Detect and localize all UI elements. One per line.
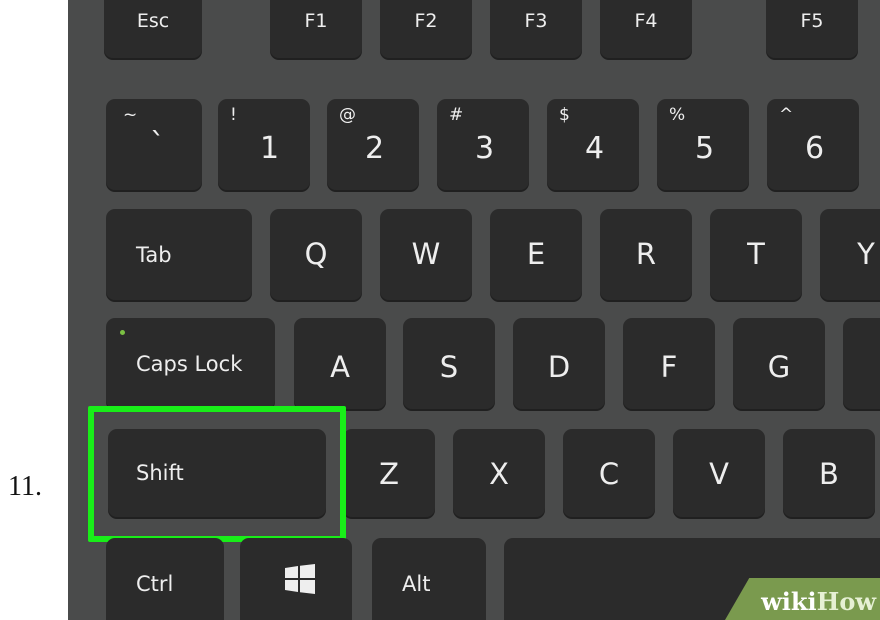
key-z[interactable]: Z xyxy=(343,429,435,519)
windows-logo-icon xyxy=(285,564,315,594)
key-q-label: Q xyxy=(304,237,328,271)
key-f5-label: F5 xyxy=(800,10,824,32)
watermark-how: How xyxy=(816,587,876,616)
key-1-label: 1 xyxy=(260,131,280,166)
key-ctrl[interactable]: Ctrl xyxy=(106,538,224,620)
key-q[interactable]: Q xyxy=(270,209,362,302)
key-4-shift-label: $ xyxy=(559,105,570,125)
key-alt[interactable]: Alt xyxy=(372,538,486,620)
key-y[interactable]: Y xyxy=(820,209,880,302)
key-1-shift-label: ! xyxy=(230,105,237,125)
key-z-label: Z xyxy=(379,457,399,491)
key-s-label: S xyxy=(439,350,459,384)
shift-key-highlight xyxy=(88,406,346,542)
key-a-label: A xyxy=(330,350,350,384)
key-6-shift-label: ^ xyxy=(779,105,794,125)
key-y-label: Y xyxy=(857,237,875,271)
step-number: 11. xyxy=(8,471,42,502)
key-ctrl-label: Ctrl xyxy=(136,572,174,596)
key-3-shift-label: # xyxy=(449,105,464,125)
key-d-label: D xyxy=(547,350,571,384)
key-f1-label: F1 xyxy=(304,10,328,32)
key-b-label: B xyxy=(819,457,839,491)
key-grave-label: ` xyxy=(150,127,165,162)
key-d[interactable]: D xyxy=(513,318,605,411)
key-r-label: R xyxy=(635,237,657,271)
key-w[interactable]: W xyxy=(380,209,472,302)
key-c-label: C xyxy=(598,457,620,491)
key-c[interactable]: C xyxy=(563,429,655,519)
key-alt-label: Alt xyxy=(402,572,431,596)
key-g[interactable]: G xyxy=(733,318,825,411)
key-2-label: 2 xyxy=(365,131,385,166)
key-3[interactable]: # 3 xyxy=(437,99,529,192)
key-h-label: H xyxy=(843,350,880,384)
key-f3-label: F3 xyxy=(524,10,548,32)
key-h[interactable]: H xyxy=(843,318,880,411)
key-g-label: G xyxy=(767,350,791,384)
key-t-label: T xyxy=(747,237,765,271)
key-1[interactable]: ! 1 xyxy=(218,99,310,192)
key-2-shift-label: @ xyxy=(339,105,356,125)
key-e[interactable]: E xyxy=(490,209,582,302)
key-3-label: 3 xyxy=(475,131,495,166)
key-f1[interactable]: F1 xyxy=(270,0,362,60)
key-tab[interactable]: Tab xyxy=(106,209,252,302)
key-f3[interactable]: F3 xyxy=(490,0,582,60)
key-b[interactable]: B xyxy=(783,429,875,519)
key-f2[interactable]: F2 xyxy=(380,0,472,60)
keyboard: Esc F1 F2 F3 F4 F5 ~ ` ! 1 @ 2 # 3 $ 4 %… xyxy=(68,0,880,620)
key-6-label: 6 xyxy=(805,131,825,166)
key-a[interactable]: A xyxy=(294,318,386,411)
key-6[interactable]: ^ 6 xyxy=(767,99,859,192)
key-caps-lock-label: Caps Lock xyxy=(136,352,243,376)
key-esc[interactable]: Esc xyxy=(104,0,202,60)
key-5[interactable]: % 5 xyxy=(657,99,749,192)
key-x[interactable]: X xyxy=(453,429,545,519)
key-f4-label: F4 xyxy=(634,10,658,32)
watermark-wiki: wiki xyxy=(761,587,817,616)
key-f[interactable]: F xyxy=(623,318,715,411)
key-tab-label: Tab xyxy=(136,243,172,267)
key-x-label: X xyxy=(489,457,509,491)
wikihow-watermark: wikiHow xyxy=(761,587,876,616)
key-caps-lock[interactable]: Caps Lock xyxy=(106,318,275,411)
key-s[interactable]: S xyxy=(403,318,495,411)
key-f2-label: F2 xyxy=(414,10,438,32)
key-f5[interactable]: F5 xyxy=(766,0,858,60)
key-esc-label: Esc xyxy=(136,10,170,32)
key-windows[interactable] xyxy=(240,538,352,620)
key-w-label: W xyxy=(411,237,441,271)
key-2[interactable]: @ 2 xyxy=(327,99,419,192)
caps-lock-indicator-icon xyxy=(120,330,125,335)
key-e-label: E xyxy=(526,237,546,271)
key-5-shift-label: % xyxy=(669,105,686,125)
key-f4[interactable]: F4 xyxy=(600,0,692,60)
key-grave[interactable]: ~ ` xyxy=(106,99,202,192)
key-5-label: 5 xyxy=(695,131,715,166)
key-f-label: F xyxy=(660,350,678,384)
key-r[interactable]: R xyxy=(600,209,692,302)
key-v-label: V xyxy=(709,457,729,491)
key-v[interactable]: V xyxy=(673,429,765,519)
key-grave-shift-label: ~ xyxy=(123,105,138,125)
key-t[interactable]: T xyxy=(710,209,802,302)
key-4[interactable]: $ 4 xyxy=(547,99,639,192)
key-4-label: 4 xyxy=(585,131,605,166)
